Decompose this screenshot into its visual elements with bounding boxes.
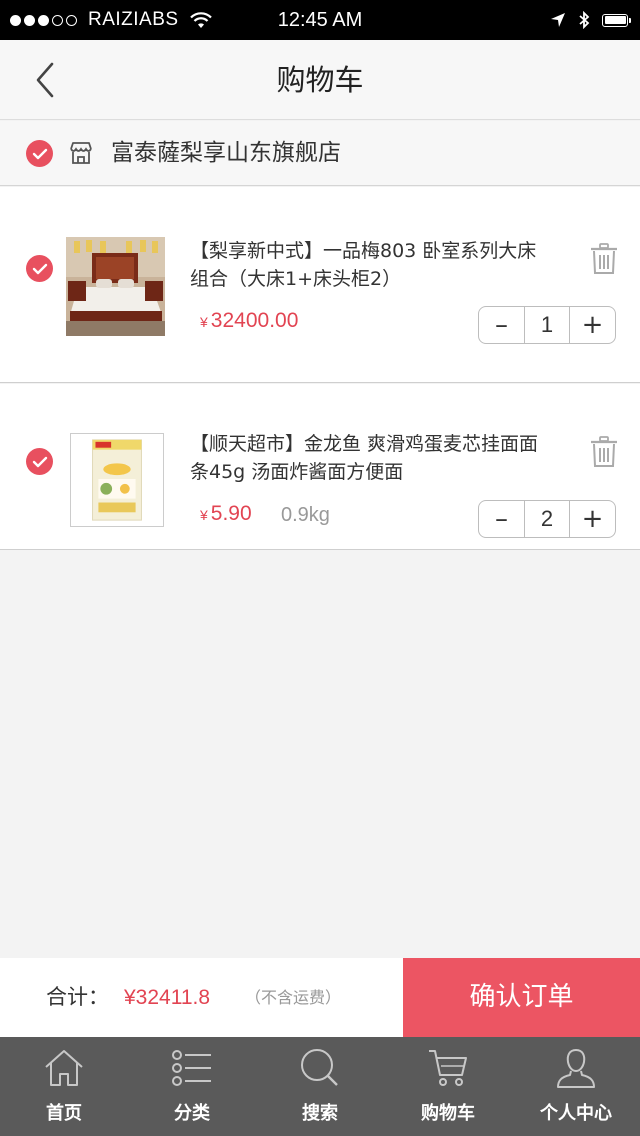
total-label: 合计：: [46, 985, 109, 1009]
tab-label: 搜索: [302, 1103, 338, 1124]
confirm-order-button[interactable]: 确认订单: [403, 958, 640, 1037]
store-select-checkbox[interactable]: [26, 140, 53, 167]
tab-profile[interactable]: 个人中心: [512, 1037, 640, 1136]
battery-icon: [602, 13, 631, 27]
product-price: ¥32400.00: [200, 309, 298, 333]
price-value: 5.90: [210, 502, 252, 525]
cart-icon: [429, 1050, 467, 1086]
check-icon: [32, 456, 47, 467]
check-icon: [32, 148, 47, 159]
tab-bar: 首页 分类 搜索 购物车 个人中心: [0, 1037, 640, 1136]
store-name[interactable]: 富泰薩梨享山东旗舰店: [111, 121, 341, 186]
user-icon: [557, 1048, 595, 1088]
list-icon: [172, 1050, 211, 1086]
status-right: [538, 0, 631, 40]
product-price: ¥5.90: [200, 502, 252, 526]
tab-search[interactable]: 搜索: [256, 1037, 384, 1136]
status-bar: RAIZIABS 12:45 AM: [0, 0, 640, 40]
trash-icon[interactable]: [590, 243, 618, 275]
bluetooth-icon: [578, 11, 590, 29]
tab-label: 个人中心: [540, 1103, 612, 1124]
quantity-value[interactable]: 1: [524, 307, 570, 343]
store-icon: [70, 142, 92, 164]
decrease-button[interactable]: –: [479, 501, 524, 537]
tab-category[interactable]: 分类: [128, 1037, 256, 1136]
home-icon: [45, 1050, 83, 1086]
cart-item: 【顺天超市】金龙鱼 爽滑鸡蛋麦芯挂面面条45g 汤面炸酱面方便面 ¥5.90 0…: [0, 384, 640, 550]
cart-item: 【梨享新中式】一品梅803 卧室系列大床组合（大床1+床头柜2） ¥32400.…: [0, 187, 640, 383]
tab-home[interactable]: 首页: [0, 1037, 128, 1136]
tab-cart[interactable]: 购物车: [384, 1037, 512, 1136]
quantity-stepper: – 1 +: [478, 306, 616, 344]
tab-label: 分类: [174, 1103, 210, 1124]
item-select-checkbox[interactable]: [26, 448, 53, 475]
tab-label: 购物车: [421, 1103, 475, 1124]
product-weight: 0.9kg: [281, 504, 330, 526]
location-arrow-icon: [550, 12, 566, 28]
product-image-bed[interactable]: [66, 237, 165, 336]
tab-label: 首页: [46, 1103, 82, 1124]
page-title: 购物车: [276, 63, 364, 97]
increase-button[interactable]: +: [570, 307, 615, 343]
price-value: 32400.00: [210, 309, 299, 332]
store-row: 富泰薩梨享山东旗舰店: [0, 121, 640, 186]
shipping-note: （不含运费）: [245, 988, 342, 1007]
increase-button[interactable]: +: [570, 501, 615, 537]
product-name[interactable]: 【梨享新中式】一品梅803 卧室系列大床组合（大床1+床头柜2）: [190, 237, 540, 293]
product-name[interactable]: 【顺天超市】金龙鱼 爽滑鸡蛋麦芯挂面面条45g 汤面炸酱面方便面: [190, 430, 540, 486]
quantity-stepper: – 2 +: [478, 500, 616, 538]
currency-symbol: ¥: [200, 507, 208, 523]
decrease-button[interactable]: –: [479, 307, 524, 343]
nav-bar: 购物车: [0, 40, 640, 120]
quantity-value[interactable]: 2: [524, 501, 570, 537]
product-image-noodles[interactable]: [70, 433, 164, 527]
item-select-checkbox[interactable]: [26, 255, 53, 282]
currency-symbol: ¥: [200, 314, 208, 330]
total-amount: ¥32411.8: [124, 986, 211, 1009]
check-icon: [32, 263, 47, 274]
search-icon: [301, 1049, 338, 1086]
trash-icon[interactable]: [590, 436, 618, 468]
